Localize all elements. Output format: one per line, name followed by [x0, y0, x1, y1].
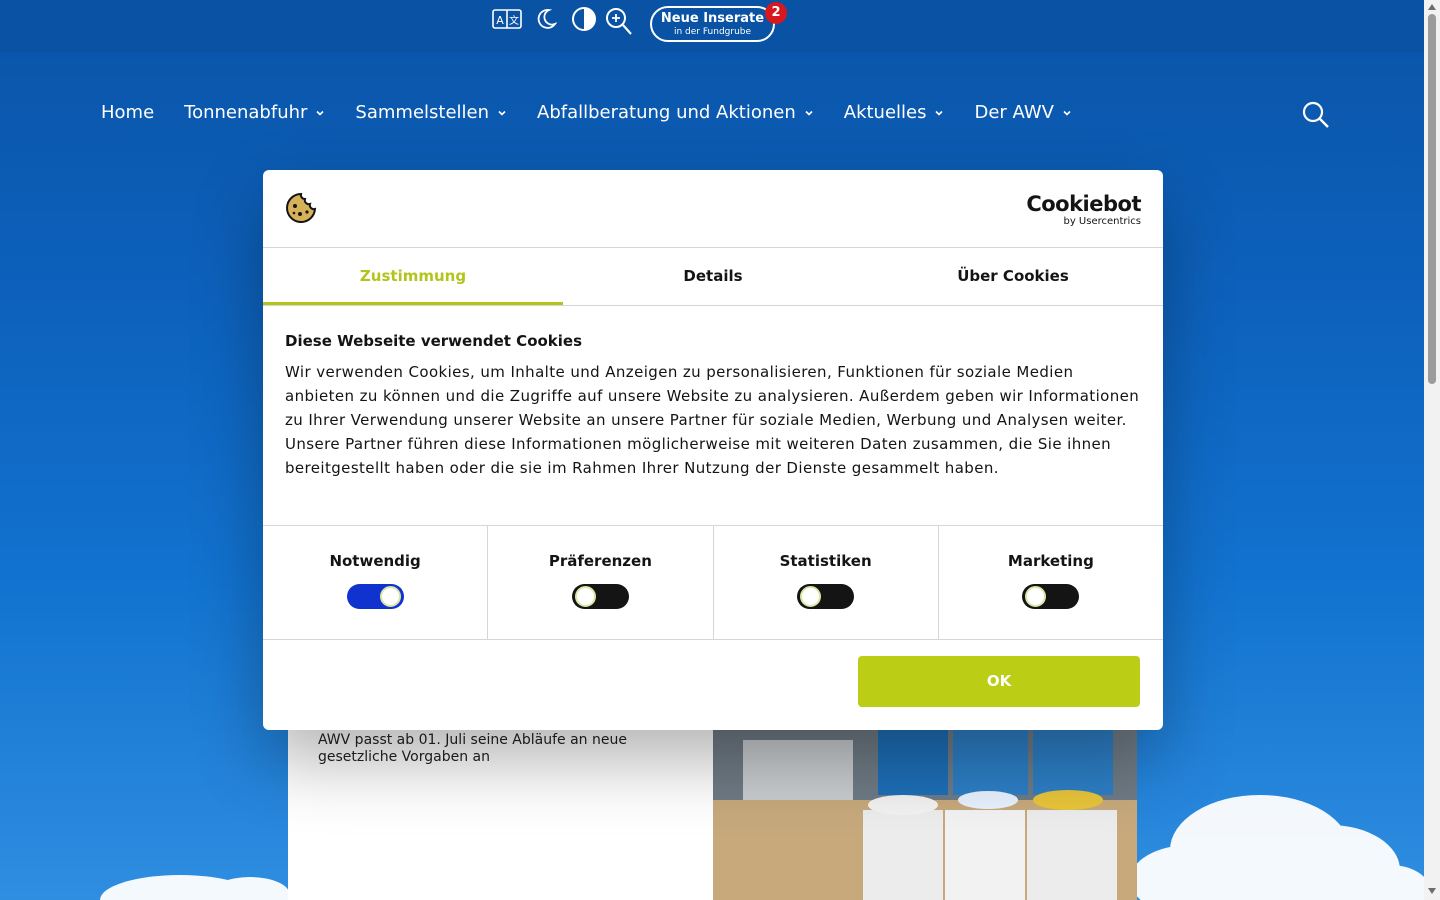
fundgrube-button[interactable]: Neue Inserate in der Fundgrube 2: [650, 2, 787, 42]
scrollbar-thumb[interactable]: [1428, 14, 1436, 384]
chevron-down-icon: [805, 110, 813, 116]
toggle-cell-statistiken: Statistiken: [714, 526, 939, 639]
dialog-header: Cookiebot by Usercentrics: [263, 170, 1163, 248]
scroll-down-arrow-icon[interactable]: [1428, 888, 1436, 894]
toggle-praeferenzen-switch[interactable]: [571, 584, 629, 609]
dialog-body: Diese Webseite verwendet Cookies Wir ver…: [263, 306, 1163, 526]
toggle-marketing-switch[interactable]: [1022, 584, 1080, 609]
nav-item-label: Tonnenabfuhr: [184, 102, 308, 123]
toggle-knob: [1025, 586, 1047, 607]
news-card-image: [713, 700, 1137, 900]
cookiebot-brand-by: by Usercentrics: [1063, 216, 1141, 227]
cookie-consent-dialog: Cookiebot by Usercentrics Zustimmung Det…: [263, 170, 1163, 730]
zoom-in-icon[interactable]: [605, 6, 633, 36]
moon-icon[interactable]: [535, 6, 557, 32]
main-navigation: Home Tonnenabfuhr Sammelstellen Abfallbe…: [101, 100, 1102, 126]
consent-toggles: Notwendig Präferenzen Statistiken Market…: [263, 526, 1163, 640]
chevron-down-icon: [498, 110, 506, 116]
toggle-label: Statistiken: [779, 552, 872, 570]
fundgrube-subtitle: in der Fundgrube: [673, 27, 752, 37]
fundgrube-title: Neue Inserate: [660, 11, 765, 26]
toggle-knob: [574, 586, 596, 607]
svg-text:文: 文: [509, 14, 519, 27]
dialog-tabs: Zustimmung Details Über Cookies: [263, 248, 1163, 306]
toggle-knob: [379, 586, 401, 607]
toggle-knob: [800, 586, 822, 607]
toggle-notwendig-switch[interactable]: [346, 584, 404, 609]
toggle-label: Notwendig: [329, 552, 421, 570]
nav-item-label: Der AWV: [974, 102, 1054, 123]
nav-item-der-awv[interactable]: Der AWV: [974, 100, 1072, 126]
scroll-up-arrow-icon[interactable]: [1428, 4, 1436, 10]
tab-ueber-cookies[interactable]: Über Cookies: [863, 248, 1163, 305]
cookiebot-logo: Cookiebot by Usercentrics: [1026, 192, 1141, 228]
nav-item-aktuelles[interactable]: Aktuelles: [844, 100, 945, 126]
nav-item-sammelstellen[interactable]: Sammelstellen: [355, 100, 507, 126]
tab-details[interactable]: Details: [563, 248, 863, 305]
nav-item-tonnenabfuhr[interactable]: Tonnenabfuhr: [184, 100, 325, 126]
translate-icon[interactable]: A文: [491, 6, 523, 32]
page-scrollbar[interactable]: [1424, 0, 1440, 900]
chevron-down-icon: [935, 110, 944, 116]
cookiebot-brand-name: Cookiebot: [1026, 192, 1141, 216]
nav-item-label: Sammelstellen: [355, 102, 490, 123]
nav-item-abfallberatung[interactable]: Abfallberatung und Aktionen: [537, 100, 814, 126]
chevron-down-icon: [316, 110, 324, 116]
dialog-title: Diese Webseite verwendet Cookies: [285, 332, 583, 350]
chevron-down-icon: [1063, 110, 1071, 116]
news-card-text: AWV passt ab 01. Juli seine Abläufe an n…: [318, 732, 627, 765]
dialog-footer: OK: [263, 640, 1163, 729]
toggle-label: Marketing: [1007, 552, 1094, 570]
nav-item-label: Aktuelles: [843, 102, 927, 123]
fundgrube-count-badge: 2: [765, 2, 787, 24]
tab-zustimmung[interactable]: Zustimmung: [263, 248, 563, 305]
search-icon[interactable]: [1301, 100, 1331, 130]
toggle-cell-marketing: Marketing: [939, 526, 1163, 639]
toggle-statistiken-switch[interactable]: [797, 584, 855, 609]
nav-item-label: Abfallberatung und Aktionen: [537, 102, 796, 123]
cookie-icon: [286, 192, 317, 223]
nav-item-label: Home: [101, 102, 155, 123]
toggle-cell-notwendig: Notwendig: [263, 526, 489, 639]
toggle-label: Präferenzen: [548, 552, 652, 570]
contrast-icon[interactable]: [571, 6, 597, 32]
toggle-cell-praeferenzen: Präferenzen: [488, 526, 714, 639]
nav-item-home[interactable]: Home: [101, 100, 154, 126]
dialog-description: Wir verwenden Cookies, um Inhalte und An…: [285, 363, 1140, 477]
ok-button[interactable]: OK: [858, 656, 1140, 707]
svg-text:A: A: [496, 14, 504, 27]
news-card[interactable]: AWV passt ab 01. Juli seine Abläufe an n…: [288, 700, 713, 900]
